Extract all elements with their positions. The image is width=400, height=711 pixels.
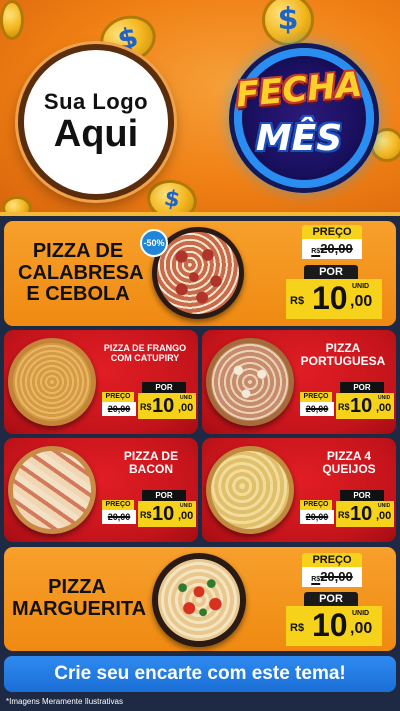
new-price: R$ 10 UNID ,00 bbox=[286, 279, 382, 319]
fecha-mes-badge: FECHA MÊS bbox=[210, 40, 388, 200]
new-price: R$ 10 UNID ,00 bbox=[336, 393, 394, 419]
cta-button[interactable]: Crie seu encarte com este tema! bbox=[4, 656, 396, 692]
old-price: R$20,00 bbox=[302, 567, 362, 587]
header-banner: $ $ $ Sua Logo Aqui FECHA MÊS bbox=[0, 0, 400, 214]
header-divider bbox=[0, 212, 400, 216]
product-name: PIZZA DE CALABRESA E CEBOLA bbox=[18, 240, 144, 306]
por-label: POR bbox=[304, 265, 358, 279]
old-price: R$20,00 bbox=[302, 239, 362, 259]
preco-label: PREÇO bbox=[102, 392, 134, 402]
price-block: PREÇO 20,00 POR R$ 10 UNID ,00 bbox=[300, 382, 394, 426]
disclaimer-note: *Imagens Meramente Ilustrativas bbox=[6, 697, 123, 706]
price-block: PREÇO 20,00 POR R$ 10 UNID ,00 bbox=[102, 490, 196, 534]
product-card-bacon[interactable]: PIZZA DE BACON PREÇO 20,00 POR R$ 10 UNI… bbox=[4, 438, 198, 542]
preco-label: PREÇO bbox=[300, 500, 332, 510]
new-price: R$ 10 UNID ,00 bbox=[138, 393, 196, 419]
old-price: 20,00 bbox=[300, 510, 334, 524]
product-name: PIZZA DE FRANGO COM CATUPIRY bbox=[103, 343, 187, 363]
por-label: POR bbox=[340, 490, 384, 501]
pizza-image bbox=[8, 338, 96, 426]
preco-label: PREÇO bbox=[302, 225, 362, 239]
old-price: 20,00 bbox=[102, 510, 136, 524]
preco-label: PREÇO bbox=[102, 500, 134, 510]
discount-badge: -50% bbox=[140, 229, 168, 257]
product-card-queijos[interactable]: PIZZA 4 QUEIJOS PREÇO 20,00 POR R$ 10 UN… bbox=[202, 438, 396, 542]
preco-label: PREÇO bbox=[302, 553, 362, 567]
new-price: R$ 10 UNID ,00 bbox=[286, 606, 382, 646]
new-price: R$ 10 UNID ,00 bbox=[336, 501, 394, 527]
badge-title-bottom: MÊS bbox=[255, 118, 343, 159]
new-price: R$ 10 UNID ,00 bbox=[138, 501, 196, 527]
product-name: PIZZA PORTUGUESA bbox=[300, 341, 386, 369]
product-name: PIZZA 4 QUEIJOS bbox=[322, 449, 376, 477]
product-card-frango[interactable]: PIZZA DE FRANGO COM CATUPIRY PREÇO 20,00… bbox=[4, 330, 198, 434]
product-name: PIZZA MARGUERITA bbox=[12, 576, 147, 620]
pizza-image bbox=[206, 446, 294, 534]
pizza-image bbox=[206, 338, 294, 426]
product-card-marguerita[interactable]: PIZZA MARGUERITA PREÇO R$20,00 POR R$ 10… bbox=[4, 547, 396, 651]
coin-icon: $ bbox=[143, 175, 201, 214]
por-label: POR bbox=[142, 490, 186, 501]
product-card-portuguesa[interactable]: PIZZA PORTUGUESA PREÇO 20,00 POR R$ 10 U… bbox=[202, 330, 396, 434]
logo-text-line1: Sua Logo bbox=[43, 89, 149, 115]
product-card-calabresa[interactable]: PIZZA DE CALABRESA E CEBOLA -50% PREÇO R… bbox=[4, 221, 396, 326]
coin-icon bbox=[0, 0, 24, 40]
por-label: POR bbox=[142, 382, 186, 393]
por-label: POR bbox=[340, 382, 384, 393]
price-block: PREÇO 20,00 POR R$ 10 UNID ,00 bbox=[300, 490, 394, 534]
product-name: PIZZA DE BACON bbox=[123, 449, 179, 477]
preco-label: PREÇO bbox=[300, 392, 332, 402]
old-price: 20,00 bbox=[300, 402, 334, 416]
logo-placeholder: Sua Logo Aqui bbox=[18, 44, 174, 200]
por-label: POR bbox=[304, 592, 358, 606]
logo-text-line2: Aqui bbox=[53, 113, 139, 156]
price-block: PREÇO 20,00 POR R$ 10 UNID ,00 bbox=[102, 382, 196, 426]
pizza-image bbox=[152, 553, 246, 647]
pizza-image bbox=[8, 446, 96, 534]
old-price: 20,00 bbox=[102, 402, 136, 416]
